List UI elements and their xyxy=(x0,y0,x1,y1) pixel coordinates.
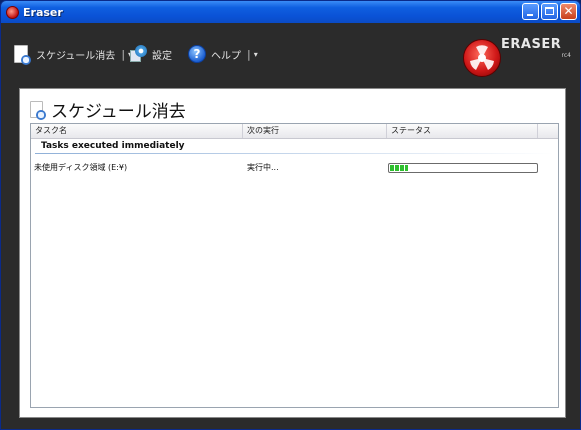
toolbar: スケジュール消去 | ▾ 設定 ? ヘルプ | ▾ ERASER xyxy=(2,23,579,88)
page-title-text: スケジュール消去 xyxy=(51,102,186,122)
page-title: スケジュール消去 xyxy=(30,97,186,122)
app-icon[interactable] xyxy=(6,5,19,19)
title-bar[interactable]: Eraser ✕ xyxy=(1,1,580,23)
schedule-pane: スケジュール消去 タスク名 次の実行 ステータス Tasks executed … xyxy=(19,88,566,418)
minimize-icon xyxy=(527,14,533,16)
help-icon: ? xyxy=(188,45,206,63)
task-next-run-cell: 実行中... xyxy=(247,163,279,172)
logo-version: rc4 xyxy=(561,52,571,59)
toolbar-separator: | xyxy=(247,47,251,61)
help-label: ヘルプ xyxy=(211,50,241,62)
minimize-button[interactable] xyxy=(522,3,539,20)
logo-text: ERASER xyxy=(501,37,562,52)
table-row[interactable]: 未使用ディスク領域 (E:¥) 実行中... xyxy=(31,161,558,175)
column-header-task-name[interactable]: タスク名 xyxy=(31,124,243,138)
window-title: Eraser xyxy=(23,5,63,19)
task-list-header: タスク名 次の実行 ステータス xyxy=(31,124,558,139)
task-name-cell: 未使用ディスク領域 (E:¥) xyxy=(34,163,128,172)
schedule-erase-label: スケジュール消去 xyxy=(36,50,116,62)
settings-button[interactable]: 設定 xyxy=(129,43,172,65)
task-group-title: Tasks executed immediately xyxy=(41,141,185,151)
toolbar-separator: | xyxy=(121,47,126,61)
progress-fill xyxy=(390,165,408,171)
help-button[interactable]: ? ヘルプ | ▾ xyxy=(188,43,258,65)
document-clock-icon xyxy=(30,101,46,120)
task-list[interactable]: タスク名 次の実行 ステータス Tasks executed immediate… xyxy=(30,123,559,408)
task-progress-bar xyxy=(388,163,538,173)
settings-icon xyxy=(129,45,147,63)
document-clock-icon xyxy=(14,45,31,65)
window-controls: ✕ xyxy=(522,3,577,20)
close-icon: ✕ xyxy=(563,4,574,18)
maximize-icon xyxy=(545,7,554,15)
column-header-next-run[interactable]: 次の実行 xyxy=(243,124,387,138)
schedule-erase-button[interactable]: スケジュール消去 | ▾ xyxy=(14,43,132,65)
chevron-down-icon[interactable]: ▾ xyxy=(254,50,258,59)
settings-label: 設定 xyxy=(152,50,172,62)
eraser-logo: ERASER rc4 xyxy=(463,31,573,81)
task-group-header[interactable]: Tasks executed immediately xyxy=(31,139,558,154)
eraser-logo-icon xyxy=(463,39,501,77)
eraser-window: Eraser ✕ スケジュール消去 | ▾ 設定 ? ヘルプ | ▾ xyxy=(0,0,581,430)
close-button[interactable]: ✕ xyxy=(560,3,577,20)
column-header-status[interactable]: ステータス xyxy=(387,124,538,138)
group-divider xyxy=(35,153,554,154)
maximize-button[interactable] xyxy=(541,3,558,20)
